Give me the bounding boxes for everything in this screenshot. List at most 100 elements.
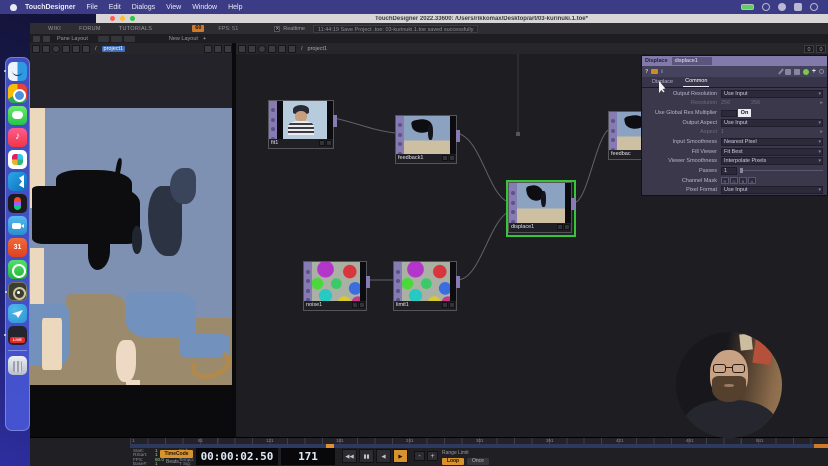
trash-icon[interactable] bbox=[8, 356, 27, 375]
battery-icon[interactable] bbox=[741, 4, 754, 10]
pane-bookmark-icon[interactable] bbox=[82, 45, 90, 53]
window-titlebar[interactable]: TouchDesigner 2022.33600: /Users/rikkoma… bbox=[96, 14, 828, 23]
top-viewer-pane[interactable] bbox=[30, 54, 232, 437]
jump-to-start-button[interactable]: ◀◀ bbox=[342, 449, 357, 463]
pane-type-dropdown-icon[interactable] bbox=[32, 45, 40, 53]
layout-preset-3[interactable] bbox=[124, 36, 135, 42]
node-flag-button[interactable] bbox=[557, 224, 563, 230]
settings-gear-icon[interactable] bbox=[819, 69, 824, 74]
node-flag-button[interactable] bbox=[326, 140, 332, 146]
mask-a-toggle[interactable]: A bbox=[748, 177, 756, 184]
menu-window[interactable]: Window bbox=[192, 4, 217, 11]
res-mult-on-button[interactable]: On bbox=[738, 109, 751, 117]
play-reverse-button[interactable]: ◀ bbox=[376, 449, 391, 463]
node-limit1[interactable]: limit1 bbox=[393, 261, 457, 311]
comment-icon[interactable] bbox=[785, 69, 791, 75]
figma-icon[interactable] bbox=[8, 194, 27, 213]
siri-icon[interactable] bbox=[810, 3, 818, 11]
pause-button[interactable]: ▮▮ bbox=[359, 449, 374, 463]
output-resolution-dropdown[interactable]: Use Input▾ bbox=[721, 90, 823, 98]
node-noise1[interactable]: noise1 bbox=[303, 261, 367, 311]
res-mult-toggle-track[interactable] bbox=[721, 110, 737, 117]
menu-edit[interactable]: Edit bbox=[109, 4, 121, 11]
node-output-connector[interactable] bbox=[571, 198, 575, 210]
net-back-icon[interactable] bbox=[268, 45, 276, 53]
passes-slider[interactable] bbox=[740, 170, 823, 171]
slack-icon[interactable] bbox=[8, 150, 27, 169]
tutorials-link[interactable]: TUTORIALS bbox=[119, 26, 152, 32]
pane-refresh-icon[interactable] bbox=[52, 45, 60, 53]
new-layout-button[interactable]: New Layout bbox=[169, 36, 198, 42]
node-output-connector[interactable] bbox=[456, 130, 460, 142]
layout-save-icon[interactable] bbox=[43, 36, 50, 42]
mask-b-toggle[interactable]: B bbox=[739, 177, 747, 184]
loop-button[interactable]: Loop bbox=[442, 458, 464, 465]
apple-menu-icon[interactable] bbox=[10, 4, 17, 11]
menu-dialogs[interactable]: Dialogs bbox=[132, 4, 155, 11]
node-flag-button[interactable] bbox=[449, 302, 455, 308]
node-flag-button[interactable] bbox=[564, 224, 570, 230]
live-stream-app-icon[interactable] bbox=[8, 326, 27, 345]
step-back-button[interactable]: - bbox=[414, 451, 425, 461]
mask-g-toggle[interactable]: G bbox=[730, 177, 738, 184]
music-icon[interactable]: ♪ bbox=[8, 128, 27, 147]
once-button[interactable]: Once bbox=[467, 458, 489, 465]
pane-close-icon[interactable] bbox=[224, 45, 232, 53]
viewer-smoothness-dropdown[interactable]: Interpolate Pixels▾ bbox=[721, 157, 823, 165]
node-output-connector[interactable] bbox=[366, 276, 370, 288]
node-flag-button[interactable] bbox=[442, 155, 448, 161]
help-icon[interactable]: ? bbox=[645, 69, 648, 75]
menu-file[interactable]: File bbox=[86, 4, 97, 11]
finder-icon[interactable] bbox=[8, 62, 27, 81]
zoom-app-icon[interactable] bbox=[8, 216, 27, 235]
viewer-path-field[interactable]: project1 bbox=[102, 46, 126, 52]
pixel-format-dropdown[interactable]: Use Input▾ bbox=[721, 186, 823, 194]
net-refresh-icon[interactable] bbox=[258, 45, 266, 53]
aspect-field[interactable]: 1 bbox=[721, 129, 751, 135]
layout-preset-2[interactable] bbox=[111, 36, 122, 42]
realtime-checkbox[interactable]: × bbox=[274, 26, 280, 32]
resolution-w-field[interactable]: 256 bbox=[721, 100, 751, 106]
node-displace1[interactable]: displace1 bbox=[508, 182, 572, 233]
node-output-connector[interactable] bbox=[333, 115, 337, 127]
network-coord-y[interactable]: 0 bbox=[816, 45, 826, 53]
clip-icon[interactable] bbox=[794, 69, 800, 75]
resolution-h-field[interactable]: 256 bbox=[751, 100, 781, 106]
calendar-icon[interactable]: 31 bbox=[8, 238, 27, 257]
forum-link[interactable]: FORUM bbox=[79, 26, 101, 32]
display-status-icon[interactable] bbox=[778, 3, 786, 11]
chrome-icon[interactable] bbox=[8, 84, 27, 103]
chevron-right-icon[interactable]: ▸ bbox=[820, 100, 823, 106]
menu-view[interactable]: View bbox=[166, 4, 181, 11]
node-output-connector[interactable] bbox=[456, 276, 460, 288]
mask-r-toggle[interactable]: R bbox=[721, 177, 729, 184]
input-smoothness-dropdown[interactable]: Nearest Pixel▾ bbox=[721, 138, 823, 146]
net-forward-icon[interactable] bbox=[278, 45, 286, 53]
pane-float-icon[interactable] bbox=[214, 45, 222, 53]
menu-touchdesigner[interactable]: TouchDesigner bbox=[25, 4, 75, 11]
network-coord-x[interactable]: 0 bbox=[804, 45, 814, 53]
edit-expression-icon[interactable] bbox=[778, 68, 784, 75]
node-flag-button[interactable] bbox=[442, 302, 448, 308]
net-bookmark-icon[interactable] bbox=[288, 45, 296, 53]
node-flag-button[interactable] bbox=[359, 302, 365, 308]
play-button[interactable]: ▶ bbox=[393, 449, 408, 463]
close-window-button[interactable] bbox=[110, 16, 115, 21]
layout-grid-icon[interactable] bbox=[33, 36, 40, 42]
node-flag-button[interactable] bbox=[352, 302, 358, 308]
parameter-panel-titlebar[interactable]: Displace displace1 bbox=[642, 56, 827, 66]
pane-split-icon[interactable] bbox=[204, 45, 212, 53]
pane-maximize-icon[interactable] bbox=[42, 45, 50, 53]
chevron-right-icon[interactable]: ▸ bbox=[820, 129, 823, 135]
net-maximize-icon[interactable] bbox=[248, 45, 256, 53]
timecode-mode-button[interactable]: TimeCode bbox=[160, 450, 193, 458]
node-fit1[interactable]: fit1 bbox=[268, 100, 334, 149]
telegram-icon[interactable] bbox=[8, 304, 27, 323]
net-dropdown-icon[interactable] bbox=[238, 45, 246, 53]
node-flag-button[interactable] bbox=[449, 155, 455, 161]
pane-back-icon[interactable] bbox=[62, 45, 70, 53]
step-forward-button[interactable]: + bbox=[427, 451, 438, 461]
touchdesigner-icon[interactable] bbox=[8, 282, 27, 301]
whatsapp-icon[interactable] bbox=[8, 260, 27, 279]
passes-field[interactable]: 1 bbox=[721, 167, 737, 175]
